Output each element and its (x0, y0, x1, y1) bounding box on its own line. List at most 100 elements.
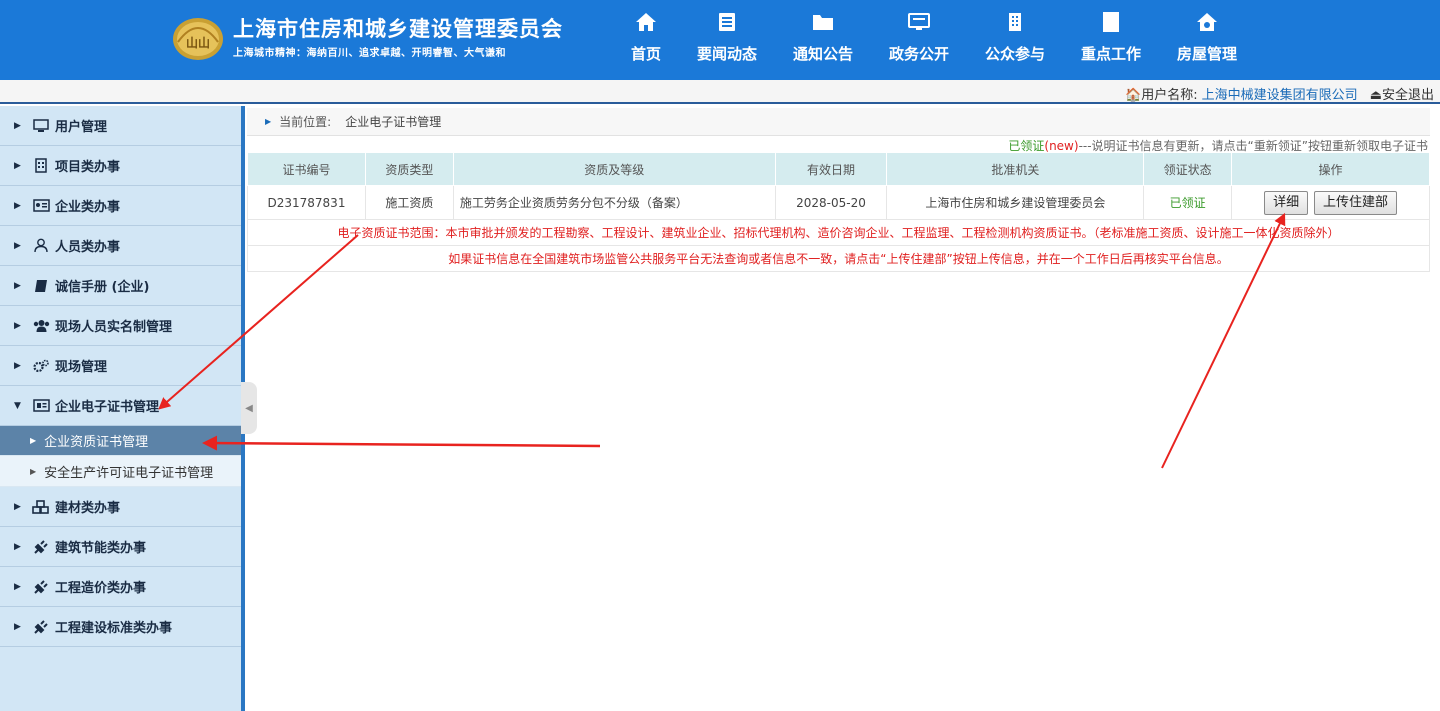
monitor-icon (32, 118, 50, 134)
col-header-grade: 资质及等级 (452, 152, 776, 186)
sidebar-subitem-label: 安全生产许可证电子证书管理 (44, 465, 214, 481)
sidebar: ▶ 用户管理 ▶ 项目类办事 ▶ 企业类办事 ▶ 人员类办事 ▶ 诚信手册 (企… (0, 106, 241, 711)
caret-right-icon: ▶ (14, 320, 21, 331)
nav-label: 首页 (630, 45, 661, 63)
site-header: 山山 上海市住房和城乡建设管理委员会 上海城市精神：海纳百川、追求卓越、开明睿智… (0, 0, 1440, 80)
upload-mohurd-button[interactable]: 上传住建部 (1313, 190, 1397, 215)
detail-button[interactable]: 详细 (1264, 190, 1309, 215)
caret-right-icon: ▶ (14, 581, 21, 592)
caret-right-icon: ▶ (14, 160, 21, 171)
news-icon (681, 11, 773, 37)
nav-label: 政务公开 (888, 45, 949, 63)
logout-link[interactable]: 安全退出 (1382, 88, 1434, 103)
cell-type: 施工资质 (364, 185, 454, 220)
breadcrumb-current: 企业电子证书管理 (345, 115, 442, 129)
col-header-cert-no: 证书编号 (247, 152, 366, 186)
site-motto: 上海城市精神：海纳百川、追求卓越、开明睿智、大气谦和 (233, 48, 506, 59)
sidebar-item-label: 企业类办事 (55, 200, 121, 215)
house-gear-icon (1161, 11, 1253, 37)
user-bar: 🏠用户名称: 上海中械建设集团有限公司 ⏏安全退出 (0, 80, 1440, 104)
nav-label: 公众参与 (984, 45, 1045, 63)
caret-right-icon: ▶ (14, 200, 21, 211)
nav-home[interactable]: 首页 (600, 8, 692, 72)
sidebar-item-site[interactable]: ▶ 现场管理 (0, 346, 241, 386)
user-name-link[interactable]: 上海中械建设集团有限公司 (1202, 88, 1358, 103)
book-icon (32, 278, 50, 294)
sidebar-subitem-qualification-cert[interactable]: ▶ 企业资质证书管理 (0, 426, 241, 456)
document-icon (1065, 11, 1157, 37)
nav-key-work[interactable]: 重点工作 (1065, 8, 1157, 72)
sidebar-item-personnel[interactable]: ▶ 人员类办事 (0, 226, 241, 266)
caret-right-icon: ▶ (14, 621, 21, 632)
notice-status: 已领证 (1008, 139, 1045, 153)
user-icon: 🏠 (1125, 88, 1142, 103)
caret-right-icon: ▶ (30, 466, 37, 476)
main-content: ▶ 当前位置: 企业电子证书管理 已领证(new)---说明证书信息有更新，请点… (245, 106, 1440, 711)
home-icon (600, 11, 692, 37)
breadcrumb-label: 当前位置: (279, 115, 332, 129)
nav-gov-affairs[interactable]: 政务公开 (873, 8, 965, 72)
plug-icon (32, 539, 50, 555)
cell-authority: 上海市住房和城乡建设管理委员会 (886, 185, 1145, 220)
notice-text: ---说明证书信息有更新，请点击“重新领证”按钮重新领取电子证书 (1078, 139, 1428, 153)
caret-right-icon: ▶ (30, 436, 37, 445)
sidebar-item-realname[interactable]: ▶ 现场人员实名制管理 (0, 306, 241, 346)
table-header-row: 证书编号 资质类型 资质及等级 有效日期 批准机关 领证状态 操作 (247, 152, 1430, 186)
breadcrumb: ▶ 当前位置: 企业电子证书管理 (247, 108, 1430, 136)
col-header-actions: 操作 (1231, 152, 1430, 186)
plug-icon (32, 619, 50, 635)
caret-right-icon: ▶ (14, 280, 21, 291)
person-icon (32, 238, 50, 254)
cubes-icon (32, 499, 50, 515)
col-header-authority: 批准机关 (886, 152, 1145, 186)
sidebar-subitem-safety-permit-cert[interactable]: ▶ 安全生产许可证电子证书管理 (0, 456, 241, 487)
sidebar-item-enterprise[interactable]: ▶ 企业类办事 (0, 186, 241, 226)
nav-housing[interactable]: 房屋管理 (1161, 8, 1253, 72)
col-header-type: 资质类型 (364, 152, 454, 186)
id-card-icon (32, 198, 50, 214)
sidebar-item-label: 建材类办事 (55, 501, 121, 516)
nav-notice[interactable]: 通知公告 (777, 8, 869, 72)
sidebar-item-materials[interactable]: ▶ 建材类办事 (0, 487, 241, 527)
site-title: 上海市住房和城乡建设管理委员会 (233, 17, 563, 41)
sidebar-item-energy[interactable]: ▶ 建筑节能类办事 (0, 527, 241, 567)
cell-valid-date: 2028-05-20 (774, 185, 888, 220)
sidebar-item-user-mgmt[interactable]: ▶ 用户管理 (0, 106, 241, 146)
emblem-logo: 山山 (172, 12, 224, 62)
upload-note: 如果证书信息在全国建筑市场监管公共服务平台无法查询或者信息不一致，请点击“上传住… (247, 245, 1430, 272)
folder-icon (777, 11, 869, 37)
table-row: D231787831 施工资质 施工劳务企业资质劳务分包不分级（备案） 2028… (247, 185, 1430, 220)
newspaper-icon (32, 398, 50, 414)
sidebar-item-integrity[interactable]: ▶ 诚信手册 (企业) (0, 266, 241, 306)
caret-right-icon: ▶ (14, 120, 21, 131)
sidebar-subitem-label: 企业资质证书管理 (44, 435, 149, 450)
users-icon (32, 318, 50, 334)
sidebar-item-label: 工程造价类办事 (55, 581, 147, 596)
sidebar-item-cost[interactable]: ▶ 工程造价类办事 (0, 567, 241, 607)
sidebar-item-label: 项目类办事 (55, 160, 121, 175)
user-label: 用户名称: (1141, 88, 1198, 103)
caret-right-icon: ▶ (14, 541, 21, 552)
notice-new-tag: (new) (1044, 139, 1079, 153)
cert-table: 证书编号 资质类型 资质及等级 有效日期 批准机关 领证状态 操作 D23178… (247, 152, 1430, 272)
gears-icon (32, 358, 50, 374)
sidebar-item-label: 建筑节能类办事 (55, 541, 147, 556)
nav-news[interactable]: 要闻动态 (681, 8, 773, 72)
buildings-icon (969, 11, 1061, 37)
sidebar-item-label: 现场人员实名制管理 (55, 320, 173, 335)
sidebar-item-label: 工程建设标准类办事 (55, 621, 173, 636)
user-info: 🏠用户名称: 上海中械建设集团有限公司 ⏏安全退出 (1125, 84, 1434, 103)
sidebar-item-label: 用户管理 (55, 120, 108, 135)
nav-public[interactable]: 公众参与 (969, 8, 1061, 72)
sidebar-item-e-cert[interactable]: ▼ 企业电子证书管理 (0, 386, 241, 426)
col-header-status: 领证状态 (1143, 152, 1233, 186)
sidebar-item-label: 人员类办事 (55, 240, 121, 255)
col-header-valid-date: 有效日期 (774, 152, 888, 186)
sidebar-item-standards[interactable]: ▶ 工程建设标准类办事 (0, 607, 241, 647)
emblem-text: 山山 (186, 35, 210, 50)
nav-label: 重点工作 (1080, 45, 1141, 63)
sidebar-item-label: 企业电子证书管理 (55, 400, 160, 415)
building-icon (32, 158, 50, 174)
sidebar-item-label: 现场管理 (55, 360, 108, 375)
sidebar-item-project[interactable]: ▶ 项目类办事 (0, 146, 241, 186)
